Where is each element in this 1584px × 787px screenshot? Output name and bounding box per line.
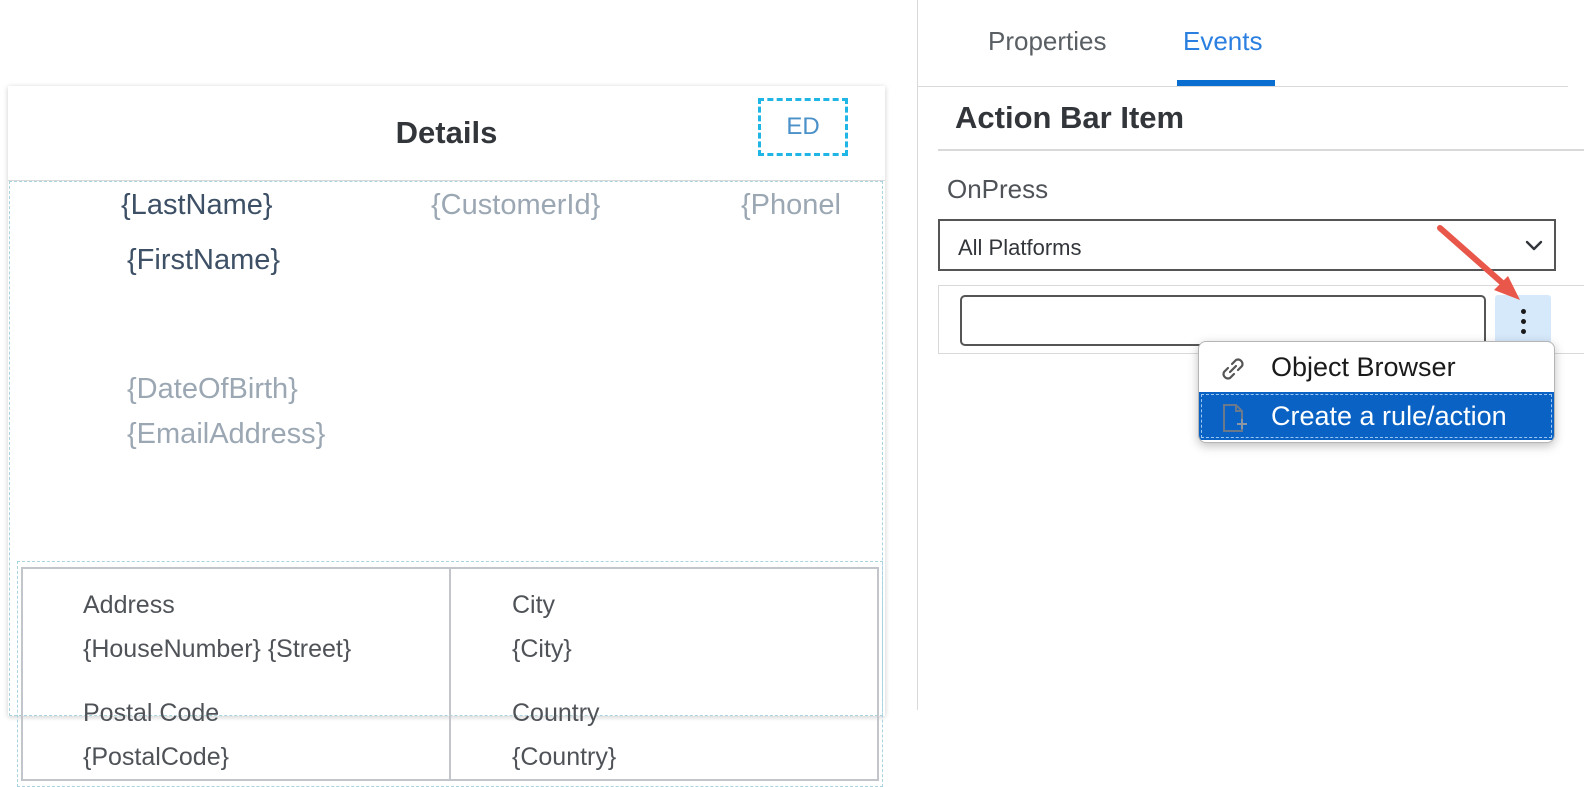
ed-action-bar-item[interactable]: ED xyxy=(758,98,848,156)
last-name-field: {LastName} xyxy=(121,189,273,221)
address-section[interactable]: Address {HouseNumber} {Street} Postal Co… xyxy=(17,561,883,787)
address-label: Address xyxy=(83,591,175,619)
page-title: Details xyxy=(395,115,498,150)
rule-input[interactable] xyxy=(960,295,1486,346)
customer-id-field: {CustomerId} xyxy=(431,189,601,221)
link-icon xyxy=(1222,358,1244,380)
active-tab-indicator xyxy=(1177,80,1275,86)
menu-item-object-browser[interactable]: Object Browser xyxy=(1199,343,1554,391)
details-page-preview[interactable]: Details ED {LastName} {CustomerId} {Phon… xyxy=(8,86,885,787)
callout-arrow-icon xyxy=(1437,225,1520,300)
country-label: Country xyxy=(512,699,600,727)
tab-properties[interactable]: Properties xyxy=(988,26,1107,57)
city-label: City xyxy=(512,591,556,619)
email-field: {EmailAddress} xyxy=(127,418,326,450)
new-file-icon xyxy=(1223,404,1247,432)
postal-code-value: {PostalCode} xyxy=(83,743,229,771)
options-menu: Object Browser Create a rule/action xyxy=(1198,341,1555,443)
country-value: {Country} xyxy=(512,743,617,771)
first-name-field: {FirstName} xyxy=(127,244,281,276)
address-left-box[interactable]: Address {HouseNumber} {Street} Postal Co… xyxy=(21,567,451,781)
city-value: {City} xyxy=(512,635,572,663)
design-canvas: Details ED {LastName} {CustomerId} {Phon… xyxy=(0,0,918,787)
page-header: Details ED xyxy=(8,86,885,181)
date-of-birth-field: {DateOfBirth} xyxy=(127,373,298,405)
section-title: Action Bar Item xyxy=(955,100,1185,135)
tab-events[interactable]: Events xyxy=(1183,26,1263,57)
platform-select-value: All Platforms xyxy=(958,235,1082,260)
phone-field: {Phonel xyxy=(741,189,841,221)
address-right-box[interactable]: City {City} Country {Country} xyxy=(449,567,879,781)
more-dot-icon xyxy=(1521,319,1526,324)
menu-item-label: Create a rule/action xyxy=(1271,401,1507,431)
postal-code-label: Postal Code xyxy=(83,699,220,727)
onpress-label: OnPress xyxy=(947,174,1049,204)
menu-item-create-rule[interactable]: Create a rule/action xyxy=(1199,392,1554,440)
address-value: {HouseNumber} {Street} xyxy=(83,635,352,663)
more-dot-icon xyxy=(1521,329,1526,334)
panel-tabs: Properties Events xyxy=(918,0,1568,87)
object-header-section[interactable]: {LastName} {CustomerId} {Phonel {FirstNa… xyxy=(9,181,883,787)
menu-item-label: Object Browser xyxy=(1271,352,1456,382)
section-divider xyxy=(938,149,1584,151)
